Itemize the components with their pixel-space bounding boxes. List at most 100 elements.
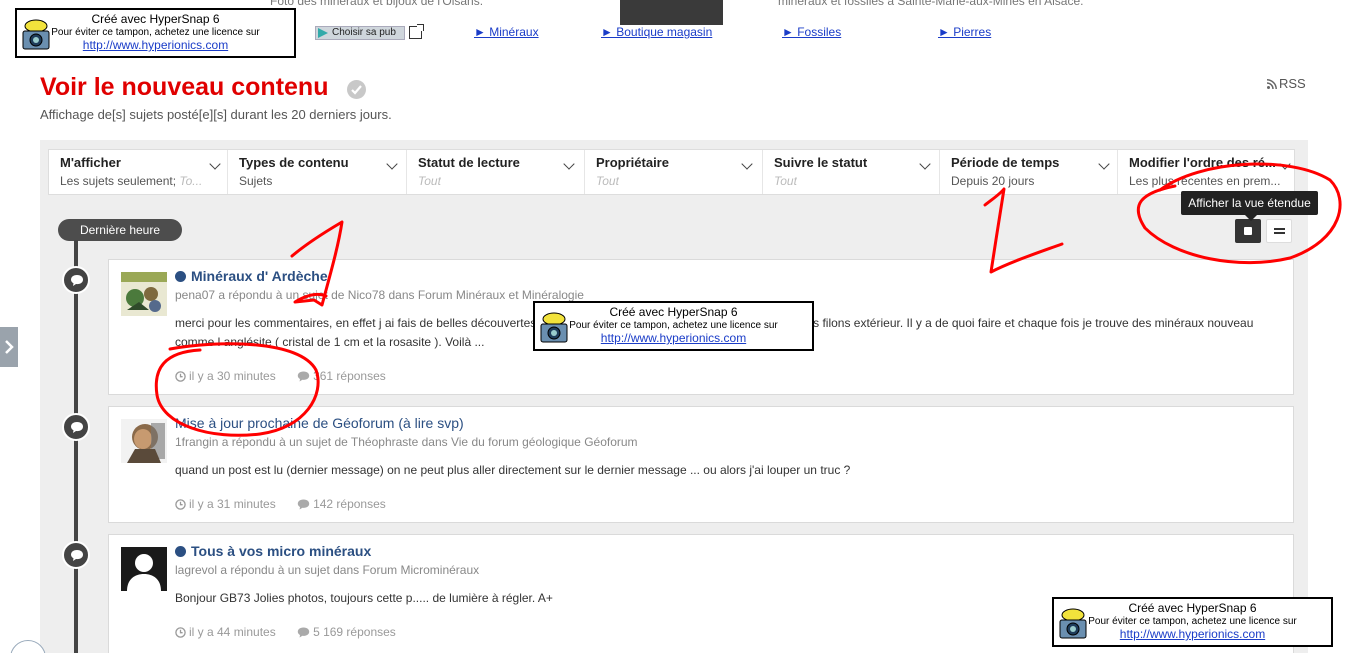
- filter-sort-order[interactable]: Modifier l'ordre des ré... Les plus réce…: [1118, 150, 1294, 194]
- chevron-down-icon: [209, 158, 221, 170]
- page-title: Voir le nouveau contenu: [40, 73, 329, 101]
- item-footer: il y a 44 minutes 5 169 réponses: [175, 625, 396, 639]
- external-link-icon[interactable]: [409, 24, 424, 39]
- item-footer: il y a 31 minutes 142 réponses: [175, 497, 386, 511]
- nav-link-boutique[interactable]: ► Boutique magasin: [601, 25, 712, 39]
- timeline-section-label: Dernière heure: [58, 219, 182, 241]
- item-time: il y a 30 minutes: [189, 369, 276, 383]
- item-time: il y a 44 minutes: [189, 625, 276, 639]
- timeline-comment-icon: [62, 541, 90, 569]
- expanded-view-icon: [1244, 227, 1252, 235]
- item-footer: il y a 30 minutes 361 réponses: [175, 369, 386, 383]
- filter-content-types[interactable]: Types de contenu Sujets: [228, 150, 407, 194]
- rss-link[interactable]: RSS: [1266, 76, 1306, 91]
- user-avatar[interactable]: [121, 419, 167, 463]
- item-excerpt: quand un post est lu (dernier message) o…: [175, 463, 851, 477]
- filter-label: Modifier l'ordre des ré...: [1129, 155, 1276, 170]
- camera-icon: [540, 312, 568, 343]
- camera-icon: [1059, 608, 1087, 639]
- chevron-down-icon: [386, 158, 398, 170]
- timeline-comment-icon: [62, 413, 90, 441]
- expanded-view-button[interactable]: [1235, 219, 1261, 243]
- item-meta: lagrevol a répondu à un sujet dans Forum…: [175, 563, 480, 577]
- item-meta: pena07 a répondu à un sujet de Nico78 da…: [175, 288, 584, 302]
- condensed-view-button[interactable]: [1266, 219, 1292, 243]
- clock-icon: [175, 371, 186, 382]
- filter-read-status[interactable]: Statut de lecture Tout: [407, 150, 585, 194]
- timeline-comment-icon: [62, 266, 90, 294]
- header-ad-text-right: minéraux et fossiles à Sainte-Marie-aux-…: [778, 0, 1084, 8]
- header-ad-text-left: Foto des minéraux et bijoux de l'Oisans.: [270, 0, 484, 8]
- stamp-line-2: Pour éviter ce tampon, achetez une licen…: [51, 27, 260, 38]
- filter-value: Sujets: [239, 174, 273, 188]
- item-meta: 1frangin a répondu à un sujet de Théophr…: [175, 435, 638, 449]
- stamp-link[interactable]: http://www.hyperionics.com: [17, 38, 294, 52]
- filter-show-me[interactable]: M'afficher Les sujets seulement; To...: [49, 150, 228, 194]
- hypersnap-stamp: Créé avec HyperSnap 6 Pour éviter ce tam…: [533, 301, 814, 351]
- filter-value: Tout: [418, 174, 441, 188]
- chevron-down-icon: [919, 158, 931, 170]
- filter-label: Statut de lecture: [418, 155, 520, 170]
- filter-follow-status[interactable]: Suivre le statut Tout: [763, 150, 940, 194]
- item-replies[interactable]: 5 169 réponses: [297, 625, 396, 639]
- filter-value: Les plus récentes en prem...: [1129, 174, 1281, 188]
- nav-link-pierres[interactable]: ► Pierres: [938, 25, 991, 39]
- hypersnap-stamp: Créé avec HyperSnap 6 Pour éviter ce tam…: [15, 8, 296, 58]
- filter-value: Depuis 20 jours: [951, 174, 1035, 188]
- stamp-link[interactable]: http://www.hyperionics.com: [1054, 627, 1331, 641]
- nav-link-mineraux[interactable]: ► Minéraux: [474, 25, 539, 39]
- page-subtitle: Affichage de[s] sujets posté[e][s] duran…: [40, 107, 392, 122]
- filter-label: Types de contenu: [239, 155, 349, 170]
- filter-label: Propriétaire: [596, 155, 669, 170]
- filter-label: M'afficher: [60, 155, 121, 170]
- list-view-icon: [1274, 228, 1285, 234]
- tooltip: Afficher la vue étendue: [1181, 191, 1318, 221]
- user-avatar[interactable]: [121, 547, 167, 591]
- item-title[interactable]: Mise à jour prochaine de Géoforum (à lir…: [175, 415, 464, 431]
- unread-dot-icon: [175, 271, 186, 282]
- chevron-down-icon: [741, 158, 753, 170]
- clock-icon: [175, 499, 186, 510]
- filter-owner[interactable]: Propriétaire Tout: [585, 150, 763, 194]
- activity-item: Mise à jour prochaine de Géoforum (à lir…: [108, 406, 1294, 523]
- comment-icon: [297, 627, 310, 638]
- filter-value: Tout: [774, 174, 797, 188]
- stamp-line-1: Créé avec HyperSnap 6: [91, 12, 220, 26]
- side-panel-toggle[interactable]: [0, 327, 18, 367]
- camera-icon: [22, 19, 50, 50]
- unread-dot-icon: [175, 546, 186, 557]
- timeline-line: [74, 240, 78, 653]
- banner-thumbnail[interactable]: [620, 0, 723, 25]
- stamp-line-1: Créé avec HyperSnap 6: [609, 305, 738, 319]
- rss-icon: [1266, 79, 1277, 90]
- filter-time-period[interactable]: Période de temps Depuis 20 jours: [940, 150, 1118, 194]
- item-time: il y a 31 minutes: [189, 497, 276, 511]
- item-replies[interactable]: 361 réponses: [297, 369, 386, 383]
- chevron-down-icon: [563, 158, 575, 170]
- user-avatar[interactable]: [121, 272, 167, 316]
- hypersnap-stamp: Créé avec HyperSnap 6 Pour éviter ce tam…: [1052, 597, 1333, 647]
- comment-icon: [297, 499, 310, 510]
- choose-ad-label: Choisir sa pub: [332, 27, 396, 38]
- check-icon: [347, 80, 366, 99]
- choose-ad-button[interactable]: Choisir sa pub: [315, 26, 405, 40]
- stamp-link[interactable]: http://www.hyperionics.com: [535, 331, 812, 345]
- chevron-right-icon: [5, 340, 14, 354]
- item-replies[interactable]: 142 réponses: [297, 497, 386, 511]
- filter-label: Période de temps: [951, 155, 1060, 170]
- filter-bar: M'afficher Les sujets seulement; To... T…: [48, 149, 1295, 195]
- clock-icon: [175, 627, 186, 638]
- rss-label: RSS: [1279, 76, 1306, 91]
- nav-link-fossiles[interactable]: ► Fossiles: [782, 25, 841, 39]
- chevron-down-icon: [1098, 158, 1110, 170]
- stamp-line-2: Pour éviter ce tampon, achetez une licen…: [569, 320, 778, 331]
- filter-value: Tout: [596, 174, 619, 188]
- comment-icon: [297, 371, 310, 382]
- filter-value: Les sujets seulement; To...: [60, 174, 203, 188]
- play-icon: [318, 28, 328, 38]
- stamp-line-2: Pour éviter ce tampon, achetez une licen…: [1088, 616, 1297, 627]
- item-title[interactable]: Tous à vos micro minéraux: [175, 543, 371, 559]
- stamp-line-1: Créé avec HyperSnap 6: [1128, 601, 1257, 615]
- item-title[interactable]: Minéraux d' Ardèche: [175, 268, 328, 284]
- filter-label: Suivre le statut: [774, 155, 868, 170]
